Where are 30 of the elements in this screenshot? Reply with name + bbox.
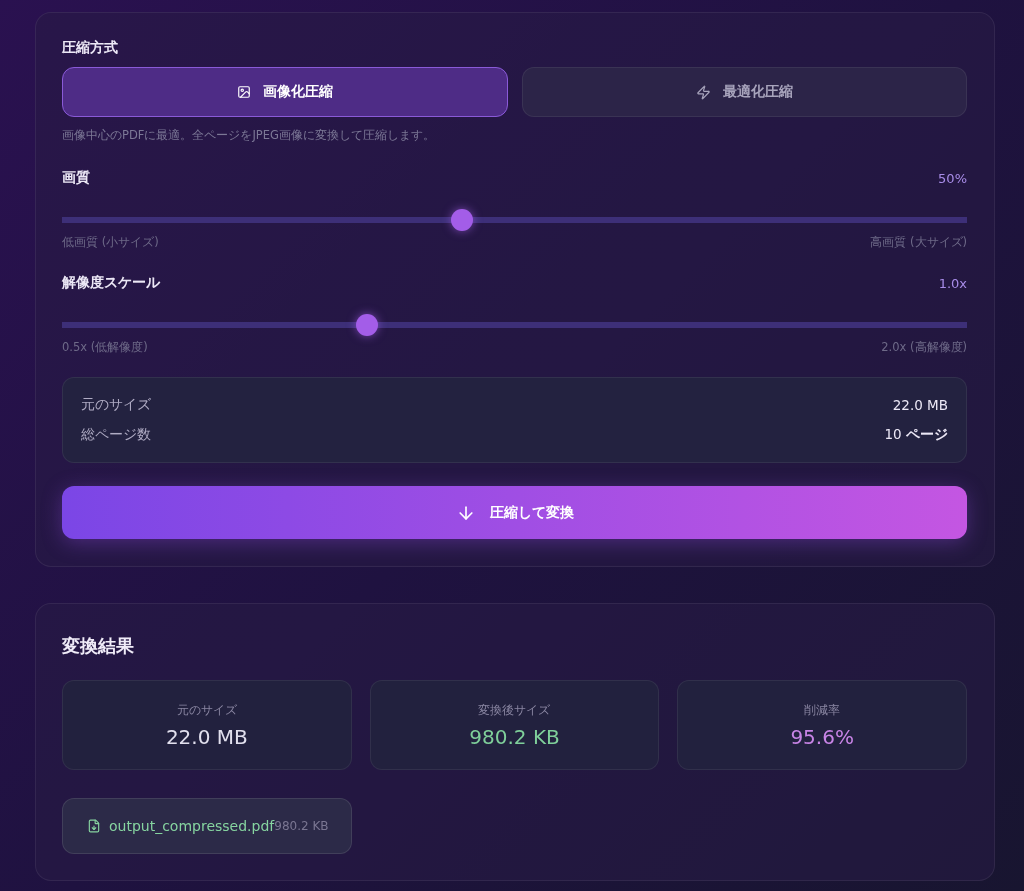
stat-label: 削減率 <box>804 701 841 719</box>
max-label: 高画質 (大サイズ) <box>870 235 967 250</box>
info-label: 元のサイズ <box>81 396 151 414</box>
slider-thumb[interactable] <box>356 314 379 336</box>
slider-thumb[interactable] <box>450 209 473 231</box>
mode-tab[interactable]: 画像化圧縮 <box>62 67 508 117</box>
download-file-button[interactable]: output_compressed.pdf980.2 KB <box>62 798 352 854</box>
stat-label: 元のサイズ <box>176 701 237 719</box>
slider-label: 解像度スケール <box>62 274 160 292</box>
stat-label: 変換後サイズ <box>478 701 551 719</box>
info-label: 総ページ数 <box>81 426 151 444</box>
image-icon <box>236 85 251 99</box>
max-label: 2.0x (高解像度) <box>881 340 967 355</box>
slider-label: 画質 <box>62 169 90 187</box>
convert-button[interactable]: 圧縮して変換 <box>62 486 967 539</box>
mode-tab[interactable]: 最適化圧縮 <box>521 67 967 117</box>
min-label: 0.5x (低解像度) <box>62 340 148 355</box>
section-label: 圧縮方式 <box>62 39 119 57</box>
mode-description: 画像中心のPDFに最適。全ページをJPEG画像に変換して圧縮します。 <box>62 128 436 143</box>
stat-value: 980.2 KB <box>469 724 560 749</box>
slider-reading: 1.0x <box>938 275 967 291</box>
result-title: 変換結果 <box>62 634 135 658</box>
lightning-icon <box>695 84 711 100</box>
min-label: 低画質 (小サイズ) <box>62 235 159 250</box>
stat-value: 95.6% <box>790 724 854 749</box>
slider-reading: 50% <box>938 170 967 186</box>
file-download-icon <box>87 819 101 833</box>
stat-value: 22.0 MB <box>165 724 248 749</box>
info-value: 10 ページ <box>884 426 948 444</box>
info-value: 22.0 MB <box>892 397 948 413</box>
